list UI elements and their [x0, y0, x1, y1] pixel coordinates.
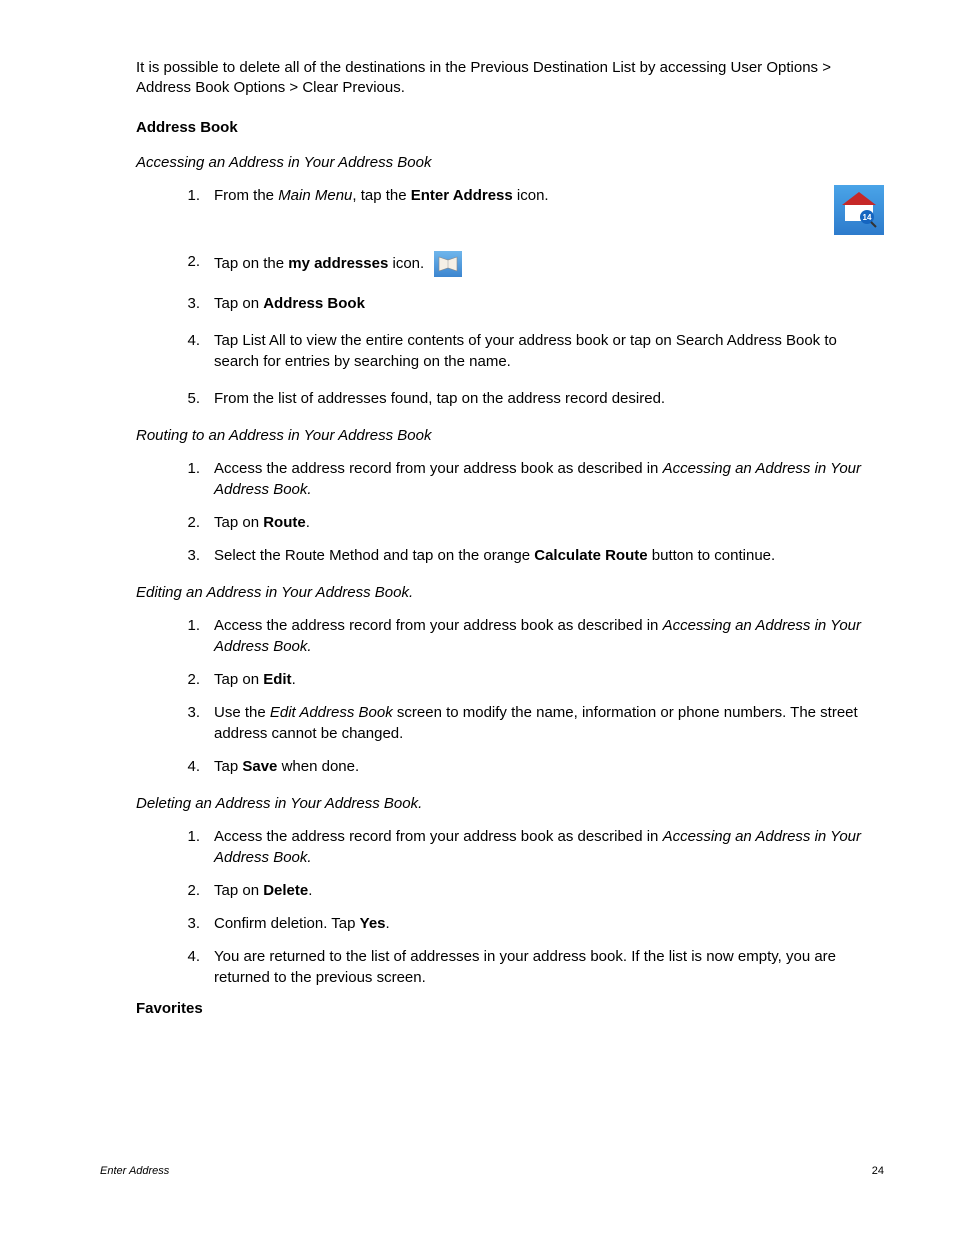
list-item: 1. Access the address record from your a… [100, 458, 884, 500]
list-item: 1. From the Main Menu, tap the Enter Add… [100, 185, 884, 235]
step-text: Tap Save when done. [214, 756, 884, 777]
step-number: 4. [170, 946, 200, 967]
list-item: 3. Use the Edit Address Book screen to m… [100, 702, 884, 744]
step-text: Select the Route Method and tap on the o… [214, 545, 884, 566]
enter-address-icon: 14 [834, 185, 884, 235]
step-number: 2. [170, 880, 200, 901]
subheading-deleting: Deleting an Address in Your Address Book… [136, 795, 884, 812]
my-addresses-icon [434, 251, 462, 277]
list-item: 1. Access the address record from your a… [100, 826, 884, 868]
heading-address-book: Address Book [136, 119, 884, 136]
step-text: Tap on Route. [214, 512, 884, 533]
step-number: 4. [170, 330, 200, 351]
step-number: 3. [170, 293, 200, 314]
step-number: 1. [170, 185, 200, 206]
list-item: 4. You are returned to the list of addre… [100, 946, 884, 988]
list-item: 5. From the list of addresses found, tap… [100, 388, 884, 409]
step-text: Tap List All to view the entire contents… [214, 330, 884, 372]
list-item: 3. Tap on Address Book [100, 293, 884, 314]
steps-editing: 1. Access the address record from your a… [100, 615, 884, 777]
step-text: From the Main Menu, tap the Enter Addres… [214, 185, 816, 206]
step-text: From the list of addresses found, tap on… [214, 388, 884, 409]
step-number: 1. [170, 826, 200, 847]
step-text: Tap on Delete. [214, 880, 884, 901]
step-text: Access the address record from your addr… [214, 615, 884, 657]
list-item: 2. Tap on Delete. [100, 880, 884, 901]
list-item: 4. Tap List All to view the entire conte… [100, 330, 884, 372]
list-item: 3. Select the Route Method and tap on th… [100, 545, 884, 566]
svg-text:14: 14 [863, 213, 872, 222]
list-item: 2. Tap on the my addresses icon. [100, 251, 884, 277]
step-text: Access the address record from your addr… [214, 458, 884, 500]
list-item: 2. Tap on Edit. [100, 669, 884, 690]
step-text: You are returned to the list of addresse… [214, 946, 884, 988]
step-number: 4. [170, 756, 200, 777]
steps-deleting: 1. Access the address record from your a… [100, 826, 884, 988]
step-number: 1. [170, 615, 200, 636]
step-number: 2. [170, 251, 200, 272]
steps-routing: 1. Access the address record from your a… [100, 458, 884, 566]
list-item: 4. Tap Save when done. [100, 756, 884, 777]
subheading-editing: Editing an Address in Your Address Book. [136, 584, 884, 601]
list-item: 3. Confirm deletion. Tap Yes. [100, 913, 884, 934]
step-text: Tap on Address Book [214, 293, 884, 314]
list-item: 1. Access the address record from your a… [100, 615, 884, 657]
page-number: 24 [872, 1165, 884, 1177]
steps-accessing: 1. From the Main Menu, tap the Enter Add… [100, 185, 884, 409]
step-number: 3. [170, 545, 200, 566]
step-number: 2. [170, 669, 200, 690]
step-text: Access the address record from your addr… [214, 826, 884, 868]
step-number: 5. [170, 388, 200, 409]
list-item: 2. Tap on Route. [100, 512, 884, 533]
step-number: 3. [170, 702, 200, 723]
step-number: 2. [170, 512, 200, 533]
footer-section-title: Enter Address [100, 1165, 169, 1177]
step-text: Confirm deletion. Tap Yes. [214, 913, 884, 934]
subheading-routing: Routing to an Address in Your Address Bo… [136, 427, 884, 444]
step-text: Tap on the my addresses icon. [214, 251, 884, 277]
intro-paragraph: It is possible to delete all of the dest… [136, 58, 848, 99]
page-footer: Enter Address 24 [100, 1165, 884, 1177]
heading-favorites: Favorites [136, 1000, 884, 1017]
step-text: Tap on Edit. [214, 669, 884, 690]
subheading-accessing: Accessing an Address in Your Address Boo… [136, 154, 884, 171]
step-text: Use the Edit Address Book screen to modi… [214, 702, 884, 744]
step-number: 1. [170, 458, 200, 479]
step-number: 3. [170, 913, 200, 934]
